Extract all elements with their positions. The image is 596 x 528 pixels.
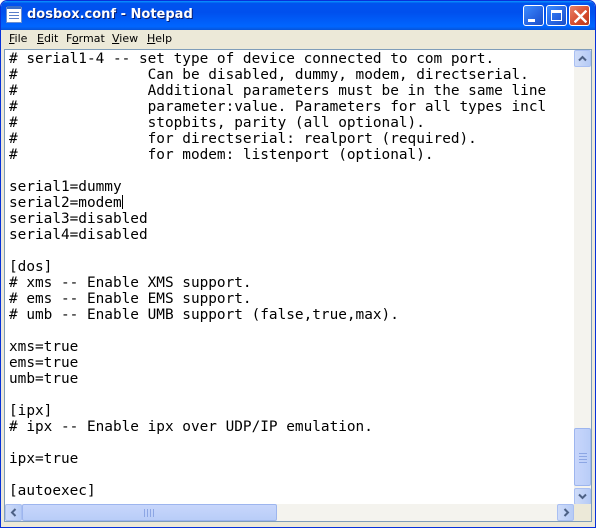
- menu-bar: File Edit Format View Help: [1, 30, 595, 49]
- text-line[interactable]: # for modem: listenport (optional).: [9, 147, 571, 163]
- minimize-button[interactable]: [523, 5, 544, 26]
- text-line[interactable]: # xms -- Enable XMS support.: [9, 275, 571, 291]
- title-bar[interactable]: dosbox.conf - Notepad: [1, 1, 595, 30]
- vertical-scrollbar[interactable]: [574, 50, 591, 505]
- scroll-right-button[interactable]: [557, 504, 574, 521]
- menu-view[interactable]: View: [111, 32, 139, 45]
- text-line[interactable]: [9, 163, 571, 179]
- text-line[interactable]: # Can be disabled, dummy, modem, directs…: [9, 67, 571, 83]
- text-line[interactable]: serial4=disabled: [9, 227, 571, 243]
- window-title: dosbox.conf - Notepad: [27, 7, 193, 22]
- maximize-icon: [551, 10, 562, 21]
- text-line[interactable]: umb=true: [9, 371, 571, 387]
- close-button[interactable]: [569, 5, 590, 26]
- scroll-down-button[interactable]: [574, 488, 591, 505]
- vertical-scroll-thumb[interactable]: [574, 428, 591, 486]
- text-line[interactable]: # Additional parameters must be in the s…: [9, 83, 571, 99]
- text-line[interactable]: # umb -- Enable UMB support (false,true,…: [9, 307, 571, 323]
- text-line[interactable]: serial1=dummy: [9, 179, 571, 195]
- text-line[interactable]: [9, 243, 571, 259]
- text-line[interactable]: [9, 435, 571, 451]
- close-icon: [574, 10, 587, 23]
- text-line[interactable]: [dos]: [9, 259, 571, 275]
- text-line[interactable]: # serial1-4 -- set type of device connec…: [9, 51, 571, 67]
- menu-file[interactable]: File: [8, 32, 28, 45]
- text-line[interactable]: serial3=disabled: [9, 211, 571, 227]
- text-caret: [121, 195, 123, 209]
- menu-format[interactable]: Format: [65, 32, 106, 45]
- chevron-left-icon: [10, 508, 17, 517]
- text-line[interactable]: [autoexec]: [9, 483, 571, 499]
- notepad-icon[interactable]: [6, 6, 22, 23]
- chevron-right-icon: [563, 508, 570, 517]
- text-editor[interactable]: # serial1-4 -- set type of device connec…: [4, 49, 592, 522]
- notepad-window: dosbox.conf - Notepad File Edit Format V…: [0, 0, 596, 528]
- text-line[interactable]: xms=true: [9, 339, 571, 355]
- horizontal-scroll-thumb[interactable]: [22, 504, 277, 521]
- text-line[interactable]: [9, 467, 571, 483]
- text-line[interactable]: # for directserial: realport (required).: [9, 131, 571, 147]
- chevron-up-icon: [578, 55, 587, 62]
- text-line[interactable]: ems=true: [9, 355, 571, 371]
- chevron-down-icon: [578, 493, 587, 500]
- menu-edit[interactable]: Edit: [36, 32, 59, 45]
- scroll-up-button[interactable]: [574, 50, 591, 67]
- text-line[interactable]: ipx=true: [9, 451, 571, 467]
- menu-help[interactable]: Help: [146, 32, 173, 45]
- text-line[interactable]: [9, 323, 571, 339]
- minimize-icon: [528, 19, 535, 22]
- text-line[interactable]: # parameter:value. Parameters for all ty…: [9, 99, 571, 115]
- horizontal-scrollbar[interactable]: [5, 504, 574, 521]
- text-line[interactable]: [ipx]: [9, 403, 571, 419]
- maximize-button[interactable]: [546, 5, 567, 26]
- text-line[interactable]: serial2=modem: [9, 195, 571, 211]
- text-line[interactable]: [9, 387, 571, 403]
- text-area[interactable]: # serial1-4 -- set type of device connec…: [9, 51, 571, 503]
- text-line[interactable]: # ems -- Enable EMS support.: [9, 291, 571, 307]
- text-line[interactable]: # ipx -- Enable ipx over UDP/IP emulatio…: [9, 419, 571, 435]
- scrollbar-corner: [574, 504, 591, 521]
- scroll-left-button[interactable]: [5, 504, 22, 521]
- text-line[interactable]: # stopbits, parity (all optional).: [9, 115, 571, 131]
